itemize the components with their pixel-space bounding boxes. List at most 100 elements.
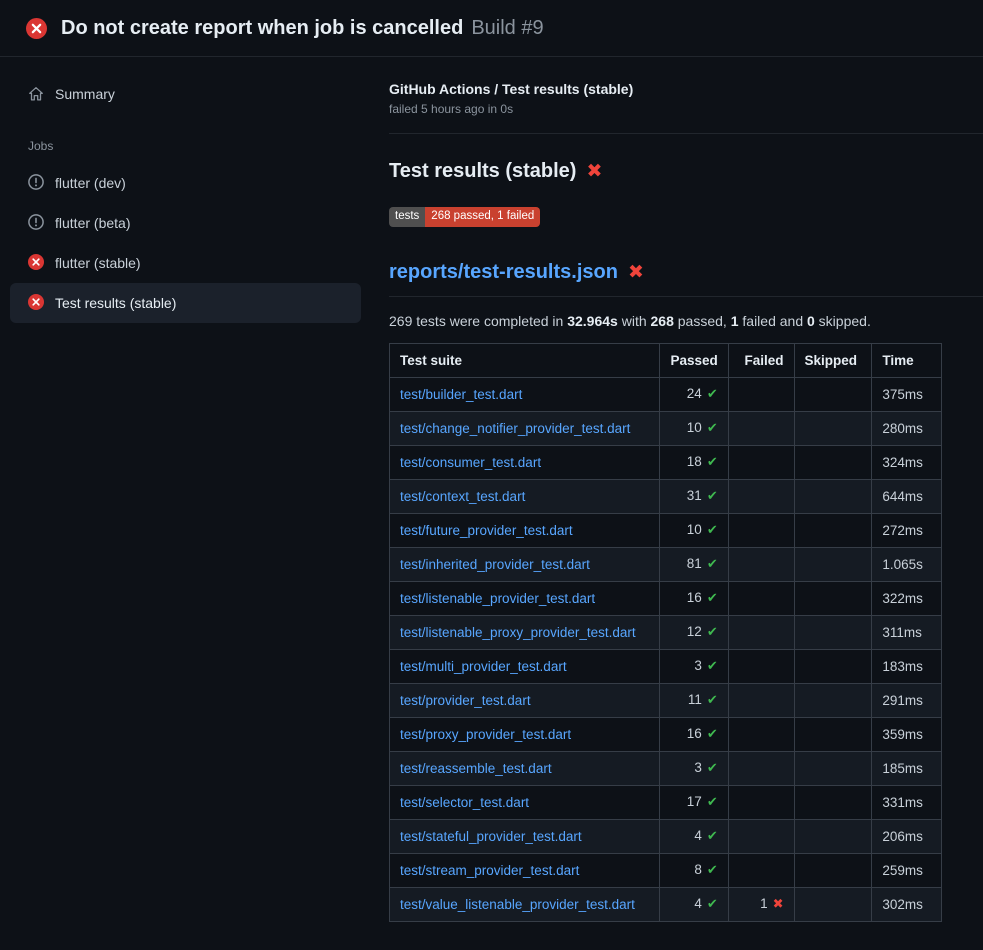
skipped-cell	[794, 547, 872, 581]
passed-cell: 24 ✔	[660, 377, 728, 411]
suite-link[interactable]: test/reassemble_test.dart	[400, 761, 552, 776]
suite-link[interactable]: test/stream_provider_test.dart	[400, 863, 579, 878]
failed-cell	[728, 785, 794, 819]
passed-count: 8	[694, 862, 702, 877]
check-icon: ✔	[707, 386, 718, 401]
suite-link[interactable]: test/change_notifier_provider_test.dart	[400, 421, 630, 436]
sidebar-item-flutter-beta[interactable]: flutter (beta)	[10, 203, 361, 243]
time-cell: 291ms	[872, 683, 942, 717]
failed-cell	[728, 445, 794, 479]
build-number: Build #9	[471, 17, 543, 39]
suite-link[interactable]: test/stateful_provider_test.dart	[400, 829, 582, 844]
table-row: test/builder_test.dart 24 ✔ 375ms	[390, 377, 942, 411]
time-cell: 322ms	[872, 581, 942, 615]
time-cell: 375ms	[872, 377, 942, 411]
col-header-skipped: Skipped	[794, 343, 872, 377]
passed-count: 81	[687, 556, 702, 571]
exclamation-circle-icon	[28, 214, 44, 230]
skipped-cell	[794, 853, 872, 887]
skipped-cell	[794, 819, 872, 853]
suite-link[interactable]: test/listenable_proxy_provider_test.dart	[400, 625, 636, 640]
skipped-cell	[794, 887, 872, 921]
summary-text: failed and	[739, 313, 808, 329]
sidebar-item-flutter-stable[interactable]: flutter (stable)	[10, 243, 361, 283]
suite-link[interactable]: test/builder_test.dart	[400, 387, 522, 402]
failed-cell	[728, 819, 794, 853]
skipped-cell	[794, 411, 872, 445]
divider	[389, 133, 983, 134]
time-cell: 311ms	[872, 615, 942, 649]
passed-count: 16	[687, 590, 702, 605]
check-icon: ✔	[707, 420, 718, 435]
jobs-list: flutter (dev) flutter (beta) flutter (st…	[10, 163, 361, 323]
suite-link[interactable]: test/multi_provider_test.dart	[400, 659, 567, 674]
tests-badge[interactable]: tests 268 passed, 1 failed	[389, 207, 540, 227]
passed-cell: 31 ✔	[660, 479, 728, 513]
suite-link[interactable]: test/future_provider_test.dart	[400, 523, 573, 538]
passed-cell: 12✔	[660, 615, 728, 649]
cancelled-status-icon	[28, 214, 44, 233]
passed-cell: 8✔	[660, 853, 728, 887]
passed-cell: 18✔	[660, 445, 728, 479]
time-cell: 359ms	[872, 717, 942, 751]
passed-count: 31	[687, 488, 702, 503]
badge-label: tests	[389, 207, 425, 227]
passed-cell: 3✔	[660, 649, 728, 683]
passed-count: 4	[694, 896, 702, 911]
suite-link[interactable]: test/inherited_provider_test.dart	[400, 557, 590, 572]
time-cell: 183ms	[872, 649, 942, 683]
failed-count: 1	[760, 896, 768, 911]
skipped-cell	[794, 717, 872, 751]
skipped-cell	[794, 581, 872, 615]
failed-cell	[728, 411, 794, 445]
passed-cell: 4✔	[660, 819, 728, 853]
run-meta: failed 5 hours ago in 0s	[389, 102, 983, 116]
table-row: test/listenable_provider_test.dart 16✔ 3…	[390, 581, 942, 615]
sidebar-item-summary[interactable]: Summary	[10, 75, 361, 113]
summary-failed-count: 1	[731, 313, 739, 329]
check-icon: ✔	[707, 488, 718, 503]
exclamation-circle-icon	[28, 174, 44, 190]
run-title-group: Do not create report when job is cancell…	[61, 17, 544, 40]
suite-link[interactable]: test/context_test.dart	[400, 489, 525, 504]
suite-link[interactable]: test/selector_test.dart	[400, 795, 529, 810]
check-icon: ✔	[707, 454, 718, 469]
table-row: test/value_listenable_provider_test.dart…	[390, 887, 942, 921]
run-title: Do not create report when job is cancell…	[61, 17, 463, 39]
skipped-cell	[794, 615, 872, 649]
suite-link[interactable]: test/value_listenable_provider_test.dart	[400, 897, 635, 912]
table-row: test/inherited_provider_test.dart 81✔ 1.…	[390, 547, 942, 581]
suite-link[interactable]: test/consumer_test.dart	[400, 455, 541, 470]
cross-icon: ✖	[773, 896, 784, 911]
summary-skipped-count: 0	[807, 313, 815, 329]
table-row: test/stream_provider_test.dart 8✔ 259ms	[390, 853, 942, 887]
table-row: test/future_provider_test.dart 10✔ 272ms	[390, 513, 942, 547]
time-cell: 324ms	[872, 445, 942, 479]
jobs-section-label: Jobs	[28, 139, 361, 153]
failed-cell	[728, 615, 794, 649]
check-icon: ✔	[707, 624, 718, 639]
table-row: test/listenable_proxy_provider_test.dart…	[390, 615, 942, 649]
time-cell: 185ms	[872, 751, 942, 785]
badge-message: 268 passed, 1 failed	[425, 207, 540, 227]
suite-link[interactable]: test/proxy_provider_test.dart	[400, 727, 571, 742]
suite-link[interactable]: test/listenable_provider_test.dart	[400, 591, 595, 606]
passed-cell: 11✔	[660, 683, 728, 717]
sidebar-item-flutter-dev[interactable]: flutter (dev)	[10, 163, 361, 203]
main-content: GitHub Actions / Test results (stable) f…	[375, 57, 983, 922]
table-row: test/selector_test.dart 17✔ 331ms	[390, 785, 942, 819]
time-cell: 644ms	[872, 479, 942, 513]
failed-status-icon	[28, 254, 44, 273]
report-title-link[interactable]: reports/test-results.json	[389, 261, 618, 284]
passed-count: 24	[687, 386, 702, 401]
passed-count: 11	[688, 692, 702, 707]
table-header-row: Test suite Passed Failed Skipped Time	[390, 343, 942, 377]
failed-status-icon	[26, 18, 47, 39]
home-icon	[28, 86, 44, 102]
sidebar-item-test-results-stable[interactable]: Test results (stable)	[10, 283, 361, 323]
suite-link[interactable]: test/provider_test.dart	[400, 693, 531, 708]
failed-cell	[728, 377, 794, 411]
skipped-cell	[794, 377, 872, 411]
check-icon: ✔	[707, 896, 718, 911]
table-row: test/provider_test.dart 11✔ 291ms	[390, 683, 942, 717]
